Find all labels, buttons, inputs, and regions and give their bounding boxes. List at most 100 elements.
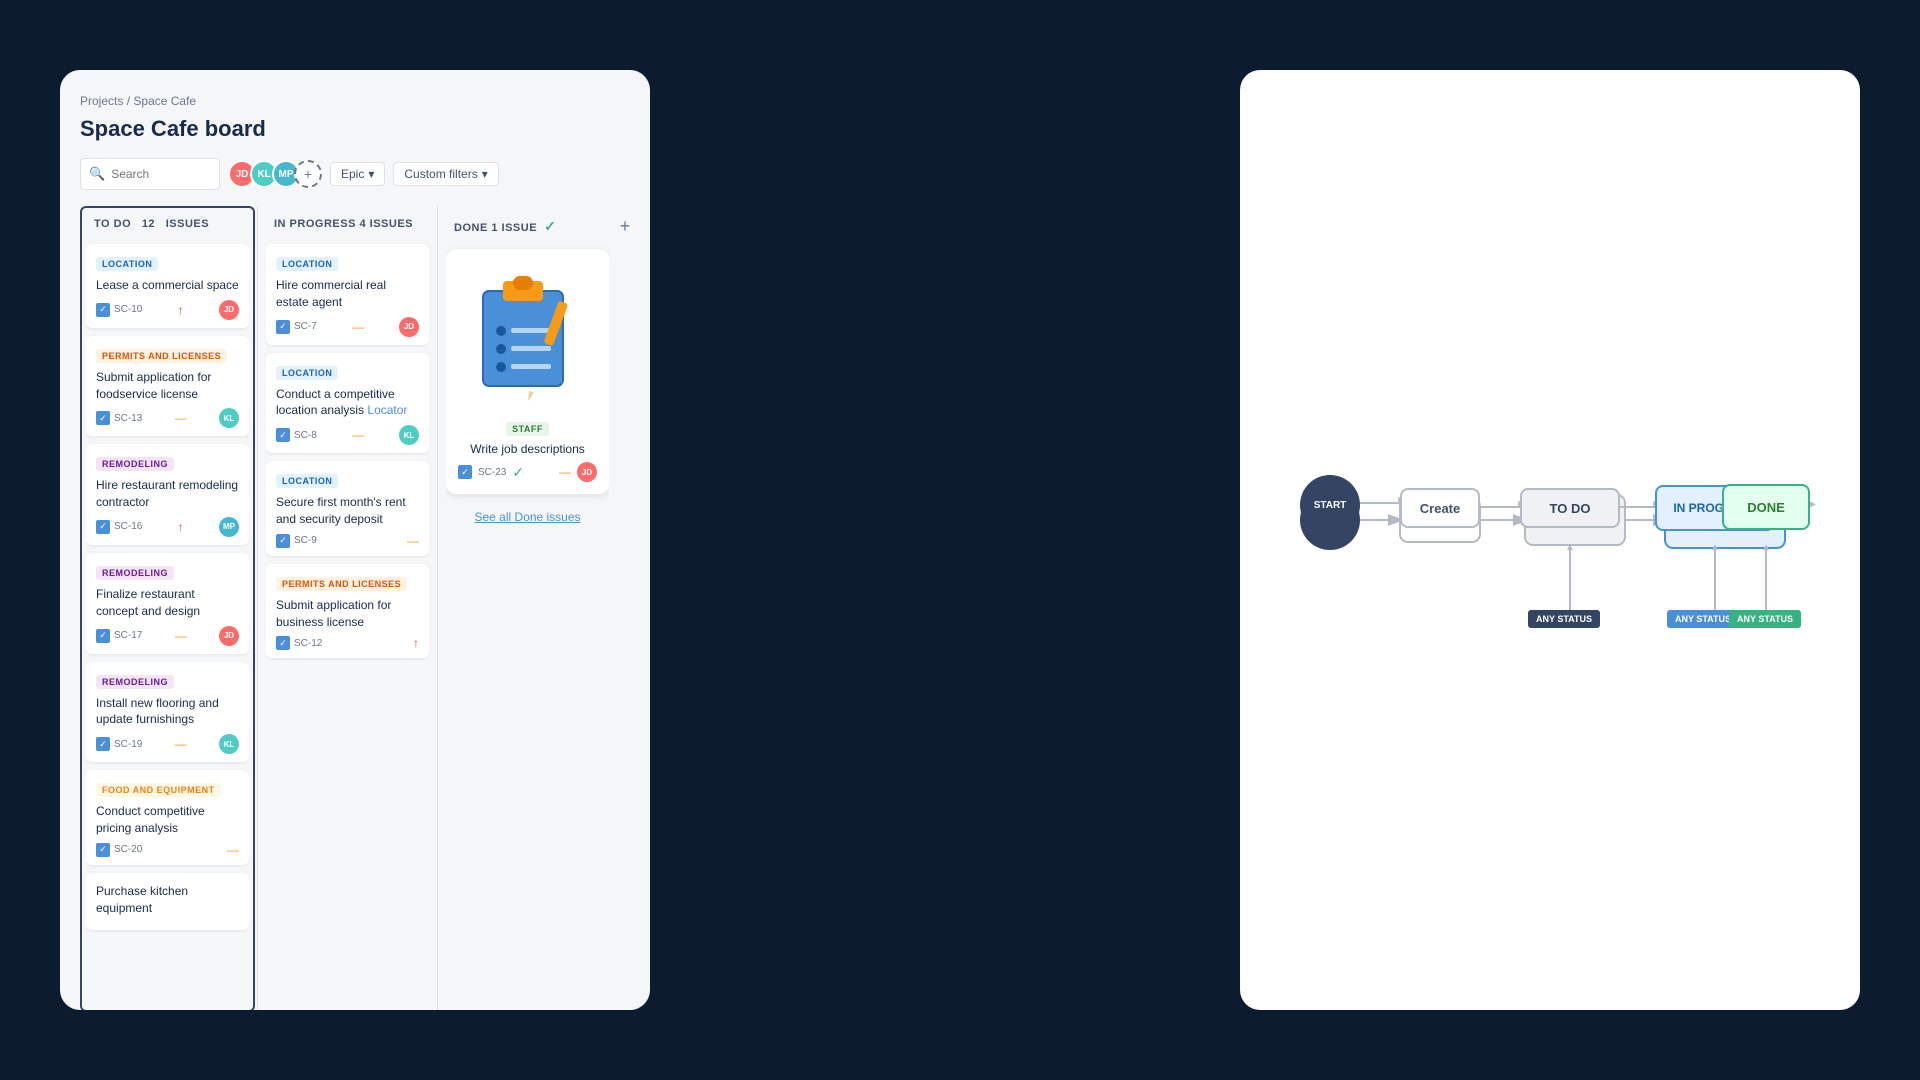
card-id: SC-23: [478, 467, 506, 478]
todo-label: TO DO: [1550, 501, 1591, 516]
list-item[interactable]: REMODELING Hire restaurant remodeling co…: [86, 444, 249, 545]
card-checkbox[interactable]: [276, 534, 290, 548]
card-checkbox[interactable]: [276, 428, 290, 442]
card-id: SC-19: [114, 739, 142, 750]
start-label: START: [1314, 500, 1347, 511]
done-column-header: DONE 1 ISSUE ✓: [446, 208, 609, 245]
avatar: KL: [219, 734, 239, 754]
card-checkbox[interactable]: [276, 636, 290, 650]
card-tag: LOCATION: [96, 257, 158, 271]
priority-icon: —: [352, 428, 364, 442]
card-tag: LOCATION: [276, 257, 338, 271]
card-title: Write job descriptions: [458, 442, 597, 456]
list-item[interactable]: LOCATION Hire commercial real estate age…: [266, 244, 429, 345]
avatar-group: JD KL MP +: [228, 160, 322, 188]
card-title: Submit application for foodservice licen…: [96, 369, 239, 403]
any-status-done-badge: ANY STATUS: [1729, 610, 1801, 628]
any-status-label-2: ANY STATUS: [1675, 614, 1731, 624]
done-illustration-card: STAFF Write job descriptions SC-23 ✓ — J…: [446, 249, 609, 494]
custom-filters-label: Custom filters: [404, 167, 477, 181]
card-checkbox[interactable]: [96, 629, 110, 643]
list-item[interactable]: LOCATION Lease a commercial space SC-10 …: [86, 244, 249, 328]
list-item[interactable]: FOOD AND EQUIPMENT Conduct competitive p…: [86, 770, 249, 865]
card-checkbox[interactable]: [96, 737, 110, 751]
create-label: Create: [1420, 501, 1460, 516]
left-panel: Projects / Space Cafe Space Cafe board 🔍…: [60, 70, 650, 1010]
avatar: JD: [219, 626, 239, 646]
page-title: Space Cafe board: [80, 116, 630, 142]
card-tag: LOCATION: [276, 366, 338, 380]
card-tag: FOOD AND EQUIPMENT: [96, 783, 221, 797]
list-item[interactable]: Purchase kitchen equipment: [86, 873, 249, 931]
avatar-add[interactable]: +: [294, 160, 322, 188]
inprogress-column-content: LOCATION Hire commercial real estate age…: [266, 240, 429, 1010]
priority-icon: —: [227, 843, 239, 857]
todo-column: TO DO 12 ISSUES LOCATION Lease a commerc…: [80, 206, 255, 1010]
breadcrumb-projects[interactable]: Projects: [80, 94, 123, 108]
card-checkbox[interactable]: [96, 411, 110, 425]
card-checkbox[interactable]: [96, 520, 110, 534]
varrow-todo: ▲: [1569, 550, 1571, 610]
add-column-button[interactable]: +: [615, 216, 630, 236]
card-tag: REMODELING: [96, 675, 174, 689]
create-node: Create: [1400, 488, 1480, 528]
card-title: Hire restaurant remodeling contractor: [96, 477, 239, 511]
todo-node: TO DO: [1520, 488, 1620, 528]
avatar: MP: [219, 517, 239, 537]
card-checkbox[interactable]: [276, 320, 290, 334]
search-box[interactable]: 🔍: [80, 158, 220, 190]
breadcrumb-current[interactable]: Space Cafe: [133, 94, 196, 108]
search-input[interactable]: [111, 167, 211, 181]
toolbar: 🔍 JD KL MP + Epic ▾ Custom filters ▾: [80, 158, 630, 190]
inprogress-column: IN PROGRESS 4 ISSUES LOCATION Hire comme…: [260, 206, 435, 1010]
card-checkbox[interactable]: [96, 843, 110, 857]
card-footer: SC-12 ↑: [276, 636, 419, 650]
list-item[interactable]: REMODELING Finalize restaurant concept a…: [86, 553, 249, 654]
card-id: SC-13: [114, 413, 142, 424]
priority-icon: —: [352, 320, 364, 334]
todo-column-header: TO DO 12 ISSUES: [86, 208, 249, 240]
varrow-inprogress: ▲: [1714, 550, 1716, 610]
card-id: SC-7: [294, 321, 317, 332]
card-tag: PERMITS AND LICENSES: [276, 577, 407, 591]
card-footer: SC-19 — KL: [96, 734, 239, 754]
list-item[interactable]: PERMITS AND LICENSES Submit application …: [266, 564, 429, 659]
list-item[interactable]: REMODELING Install new flooring and upda…: [86, 662, 249, 763]
card-footer: SC-16 ↑ MP: [96, 517, 239, 537]
priority-icon: —: [175, 629, 187, 643]
inprogress-label: IN PROGRESS 4 ISSUES: [274, 218, 413, 230]
list-item[interactable]: LOCATION Conduct a competitive location …: [266, 353, 429, 454]
done-illustration: [458, 261, 597, 411]
workflow-diagram: START Create TO DO IN PROGRESS: [1270, 380, 1830, 700]
card-tag: STAFF: [506, 422, 549, 436]
list-item[interactable]: PERMITS AND LICENSES Submit application …: [86, 336, 249, 437]
avatar: JD: [399, 317, 419, 337]
done-label: DONE 1 ISSUE ✓: [454, 218, 556, 235]
done-column-content: STAFF Write job descriptions SC-23 ✓ — J…: [446, 245, 609, 1010]
card-title: Hire commercial real estate agent: [276, 277, 419, 311]
card-tag: REMODELING: [96, 566, 174, 580]
list-item[interactable]: LOCATION Secure first month's rent and s…: [266, 461, 429, 556]
card-checkbox[interactable]: [458, 465, 472, 479]
card-title: Conduct competitive pricing analysis: [96, 803, 239, 837]
card-footer: SC-20 —: [96, 843, 239, 857]
done-column: DONE 1 ISSUE ✓: [440, 206, 615, 1010]
epic-chevron-icon: ▾: [368, 167, 374, 181]
card-id: SC-8: [294, 430, 317, 441]
clipboard-illustration: [473, 271, 583, 401]
card-title: Lease a commercial space: [96, 277, 239, 294]
custom-filters-button[interactable]: Custom filters ▾: [393, 162, 498, 186]
inprogress-column-header: IN PROGRESS 4 ISSUES: [266, 208, 429, 240]
any-status-todo-badge: ANY STATUS: [1528, 610, 1600, 628]
breadcrumb-separator: /: [127, 94, 130, 108]
any-status-label-3: ANY STATUS: [1737, 614, 1793, 624]
epic-filter-button[interactable]: Epic ▾: [330, 162, 385, 186]
column-divider-2: [437, 206, 438, 1010]
card-checkbox[interactable]: [96, 303, 110, 317]
varrow-done: ▲: [1765, 550, 1767, 610]
epic-filter-label: Epic: [341, 167, 364, 181]
see-all-done-link[interactable]: See all Done issues: [446, 510, 609, 524]
avatar: KL: [399, 425, 419, 445]
avatar: JD: [577, 462, 597, 482]
avatar: JD: [219, 300, 239, 320]
